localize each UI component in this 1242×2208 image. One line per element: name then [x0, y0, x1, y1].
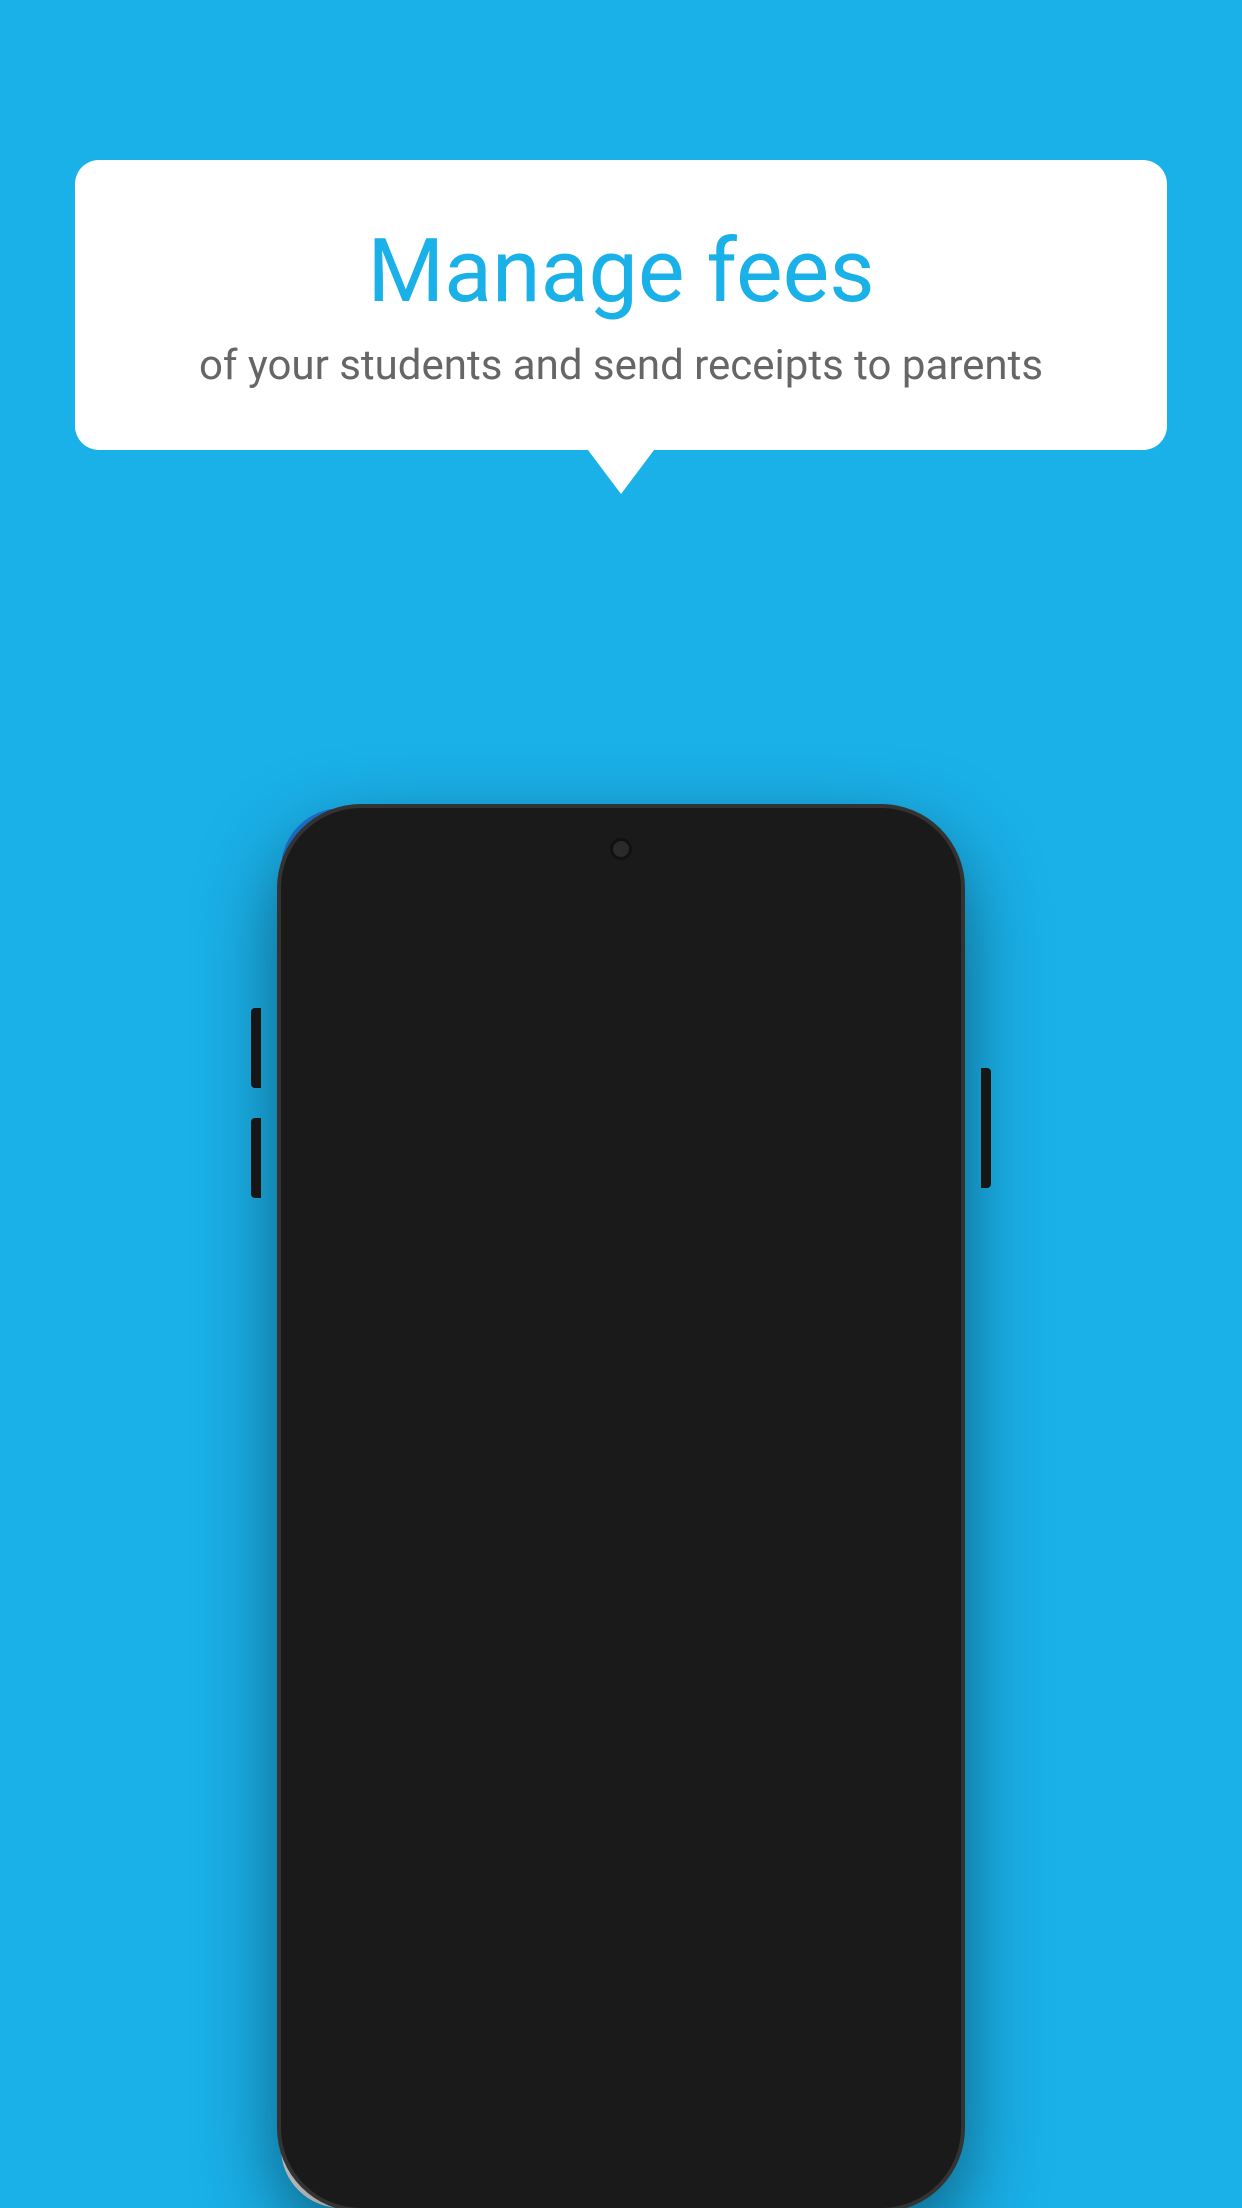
transaction-row1: Anupriya ₹19332.00 [305, 1641, 893, 1676]
transaction-course: Physics Batch 12 Installment - 2 [305, 1564, 646, 1592]
payment-received-label: Payment received [281, 1146, 917, 1174]
transaction-name: Anupriya [305, 1641, 424, 1676]
app-bar-title: Payments [365, 888, 782, 932]
payment-cards: Offline ₹ 19,332 Online [281, 1279, 917, 1432]
transaction-list: Arjun ₹20320.00 Physi [281, 1497, 917, 1709]
bubble-subtitle: of your students and send receipts to pa… [155, 341, 1087, 390]
tab-upcoming[interactable]: UPCOMING [440, 960, 599, 1025]
transaction-name: Arjun [305, 1521, 377, 1556]
phone-btn-left [251, 1008, 261, 1088]
background: Manage fees of your students and send re… [0, 0, 1242, 2208]
battery-icon: ▮ [869, 822, 881, 847]
phone-camera [610, 838, 632, 860]
transaction-row2: Physics Batch 12 Installment - 2 06 June… [305, 1564, 893, 1592]
transaction-amount: ₹20320.00 [759, 1522, 893, 1555]
search-icon: 🔍 [325, 1055, 360, 1088]
offline-payment-card: Offline ₹ 19,332 [301, 1279, 591, 1412]
wifi-icon: ▼ [809, 821, 831, 847]
phone: 14:29 ▼ ▲ ▮ ← Payments [281, 808, 961, 2208]
filter-button[interactable]: FILTER ▼ [788, 1450, 893, 1479]
signal-icon: ▲ [839, 821, 861, 847]
search-bar: 🔍 Search by Course or Name [281, 1027, 917, 1116]
offline-label: Offline [361, 1306, 436, 1336]
tabs-container: UNPAID UPCOMING PAID STUDENTS [281, 960, 917, 1027]
back-button[interactable]: ← [309, 889, 345, 931]
phone-btn-right [981, 1068, 991, 1188]
tab-unpaid[interactable]: UNPAID [281, 960, 440, 1025]
phone-btn-volume [251, 1118, 261, 1198]
search-placeholder: Search by Course or Name [374, 1057, 681, 1087]
online-label: Online [667, 1306, 740, 1336]
transactions-label: TRANSACTIONS [305, 1452, 478, 1477]
tab-paid[interactable]: PAID [599, 960, 758, 1025]
phone-wrapper: 14:29 ▼ ▲ ▮ ← Payments [281, 808, 961, 2208]
transaction-amount-wrap: ₹20320.00 [727, 1522, 893, 1555]
offline-card-header: Offline [321, 1303, 571, 1338]
app-bar: ← Payments + [281, 860, 917, 960]
offline-icon [321, 1303, 349, 1338]
cash-payment-icon [727, 1645, 749, 1673]
status-time: 14:29 [317, 820, 378, 848]
transaction-date: 06 June 2019 [748, 1564, 893, 1592]
status-icons: ▼ ▲ ▮ [809, 821, 881, 847]
online-icon [627, 1303, 655, 1338]
phone-screen: 14:29 ▼ ▲ ▮ ← Payments [281, 808, 917, 2208]
card-payment-icon [727, 1525, 749, 1553]
online-payment-card: Online ₹ 40,640 [607, 1279, 897, 1412]
transaction-amount-wrap: ₹19332.00 [727, 1642, 893, 1675]
transaction-amount: ₹19332.00 [759, 1642, 893, 1675]
online-card-header: Online [627, 1303, 877, 1338]
tab-students[interactable]: STUDENTS [758, 960, 917, 1025]
app-bar-icons: + [802, 884, 889, 936]
add-button[interactable]: + [864, 884, 889, 936]
search-input-wrap[interactable]: 🔍 Search by Course or Name [305, 1041, 893, 1102]
filter-icon: ▼ [868, 1450, 893, 1479]
speech-bubble-container: Manage fees of your students and send re… [75, 160, 1167, 450]
offline-amount: ₹ 19,332 [321, 1348, 571, 1388]
online-amount: ₹ 40,640 [627, 1348, 877, 1388]
filter-label: FILTER [788, 1452, 860, 1477]
settings-button[interactable] [802, 889, 836, 932]
transaction-row1: Arjun ₹20320.00 [305, 1521, 893, 1556]
table-row[interactable]: Anupriya ₹19332.00 [281, 1617, 917, 1709]
transactions-header: TRANSACTIONS FILTER ▼ [281, 1432, 917, 1497]
payment-received-section: Payment received ₹ 59,972 [281, 1116, 917, 1279]
payment-total-amount: ₹ 59,972 [281, 1184, 917, 1259]
speech-bubble: Manage fees of your students and send re… [75, 160, 1167, 450]
table-row[interactable]: Arjun ₹20320.00 Physi [281, 1497, 917, 1617]
bubble-title: Manage fees [155, 220, 1087, 323]
